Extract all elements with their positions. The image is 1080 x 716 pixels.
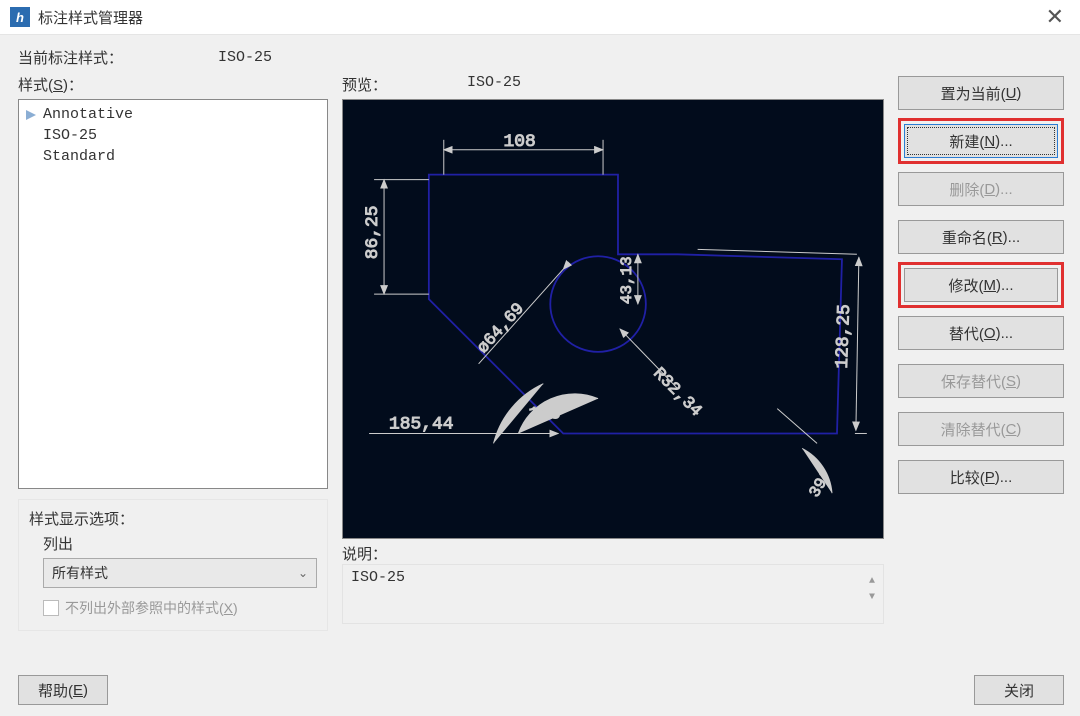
current-style-value: ISO-25 [218,49,272,66]
help-button[interactable]: 帮助(E) [18,675,108,705]
svg-text:43,13: 43,13 [618,256,636,304]
delete-button: 删除(D)... [898,172,1064,206]
svg-text:ø64,69: ø64,69 [474,300,529,358]
save-override-button: 保存替代(S) [898,364,1064,398]
preview-canvas: 108 86,25 43,13 128,25 [342,99,884,539]
svg-text:R32,34: R32,34 [649,365,705,421]
rename-button[interactable]: 重命名(R)... [898,220,1064,254]
spin-up-icon[interactable]: ▲ [869,577,875,587]
app-icon: h [10,7,30,27]
description-area: ISO-25 ▲ ▼ [342,564,884,624]
new-button-highlight: 新建(N)... [898,118,1064,164]
svg-text:125°: 125° [528,405,571,425]
override-button[interactable]: 替代(O)... [898,316,1064,350]
display-options-title: 样式显示选项： [29,508,317,529]
close-button[interactable]: 关闭 [974,675,1064,705]
svg-text:185,44: 185,44 [389,415,453,435]
clear-override-button: 清除替代(C) [898,412,1064,446]
current-style-label: 当前标注样式： [18,47,218,68]
preview-label: 预览： [342,74,387,95]
annotative-icon [25,108,39,122]
display-options-group: 样式显示选项： 列出 所有样式 ⌄ 不列出外部参照中的样式(X) [18,499,328,631]
description-spinners[interactable]: ▲ ▼ [869,577,875,619]
modify-button[interactable]: 修改(M)... [904,268,1058,302]
compare-button[interactable]: 比较(P)... [898,460,1064,494]
styles-label: 样式(S)： [18,74,83,95]
spin-down-icon[interactable]: ▼ [869,593,875,603]
new-button[interactable]: 新建(N)... [904,124,1058,158]
set-current-button[interactable]: 置为当前(U) [898,76,1064,110]
dropdown-value: 所有样式 [52,563,108,583]
styles-listbox[interactable]: Annotative ISO-25 Standard [18,99,328,489]
description-value: ISO-25 [351,569,405,619]
window-title: 标注样式管理器 [38,7,1040,28]
list-item[interactable]: Annotative [25,104,321,125]
titlebar: h 标注样式管理器 ✕ [0,0,1080,35]
svg-text:39°: 39° [806,467,836,501]
svg-text:128,25: 128,25 [833,304,855,369]
exclude-xref-checkbox[interactable]: 不列出外部参照中的样式(X) [43,598,317,618]
chevron-down-icon: ⌄ [298,566,308,580]
list-filter-dropdown[interactable]: 所有样式 ⌄ [43,558,317,588]
list-item[interactable]: ISO-25 [25,125,321,146]
close-icon[interactable]: ✕ [1040,6,1070,28]
preview-label-row: 预览： ISO-25 [342,74,884,95]
current-style-row: 当前标注样式： ISO-25 [18,47,1064,68]
list-filter-label: 列出 [29,533,317,554]
checkbox-box [43,600,59,616]
svg-text:108: 108 [504,132,536,152]
svg-text:86,25: 86,25 [363,206,383,260]
styles-label-row: 样式(S)： [18,74,328,95]
description-label: 说明： [342,543,884,564]
preview-value: ISO-25 [467,74,521,95]
list-item[interactable]: Standard [25,146,321,167]
checkbox-label: 不列出外部参照中的样式(X) [65,598,238,618]
modify-button-highlight: 修改(M)... [898,262,1064,308]
